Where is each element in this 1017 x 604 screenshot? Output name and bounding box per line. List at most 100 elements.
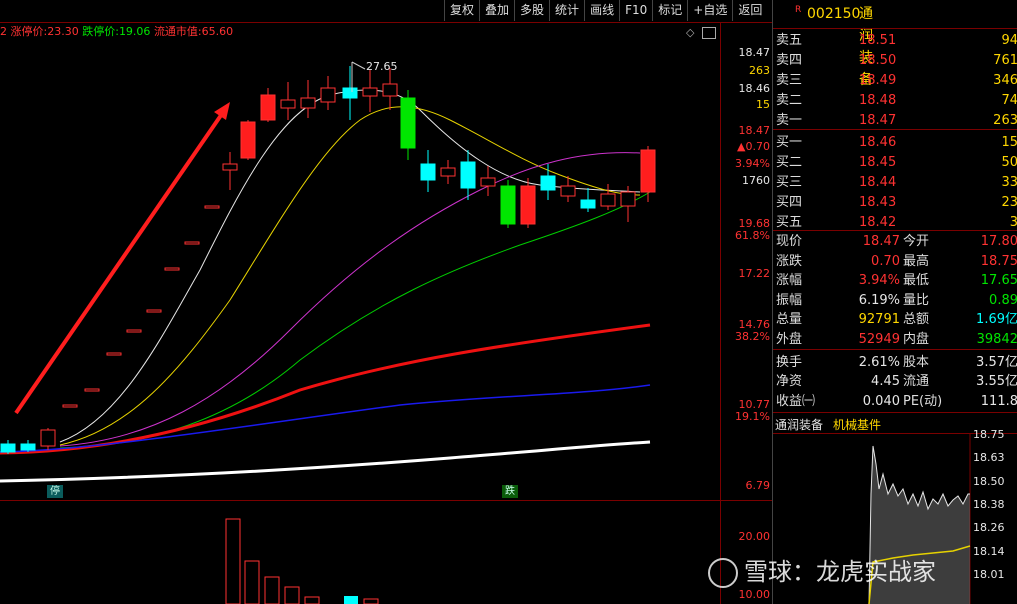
mini-sector[interactable]: 机械基件: [833, 416, 881, 433]
stat-value: 92791: [858, 312, 900, 328]
ma-magenta-line: [59, 152, 641, 447]
candle-body: [460, 161, 476, 189]
stat-value: 0.70: [871, 253, 900, 269]
orderbook-row[interactable]: 买三 18.44 33: [773, 173, 1017, 193]
orderbook-price: 18.46: [859, 135, 897, 150]
diamond-icon[interactable]: ◇: [686, 26, 694, 39]
toolbar-button-0[interactable]: 复权: [444, 0, 479, 21]
candle-body: [540, 175, 556, 191]
mini-axis-label: 18.75: [973, 428, 1005, 441]
stat-label: 今开: [903, 234, 930, 249]
orderbook-row[interactable]: 买一 18.46 15: [773, 133, 1017, 153]
stat-label: 净资: [776, 374, 803, 390]
axis-top-7: 1760: [742, 174, 770, 187]
candle-body: [300, 97, 316, 109]
stat-row: 净资 4.45 流通 3.55亿: [773, 372, 1017, 391]
stat-value: 18.75: [980, 253, 1017, 269]
stat-value: 111.8: [980, 393, 1017, 409]
mini-axis-label: 18.63: [973, 451, 1005, 465]
ma-white-line: [59, 89, 641, 443]
toolbar-button-4[interactable]: 画线: [584, 0, 619, 21]
orderbook-row[interactable]: 买四 18.43 23: [773, 193, 1017, 213]
mini-name: 通润装备: [775, 418, 824, 432]
ma-thick-white-line: [0, 440, 651, 483]
candle-body: [320, 87, 336, 103]
divider: [773, 129, 1017, 130]
orderbook-row[interactable]: 买二 18.45 50: [773, 153, 1017, 173]
ma-green-line: [59, 191, 651, 449]
orderbook-volume: 15: [1001, 135, 1017, 150]
stat-label: 内盘: [903, 332, 930, 347]
axis-top-5: ▲0.70: [737, 140, 770, 153]
divider: [773, 28, 1017, 29]
stat-row: 涨幅 3.94% 最低 17.65: [773, 271, 1017, 290]
orderbook-row[interactable]: 卖三 18.49 346: [773, 71, 1017, 91]
orderbook-label: 卖一: [776, 113, 803, 128]
orderbook-row[interactable]: 卖五 18.51 94: [773, 31, 1017, 51]
toolbar-button-7[interactable]: +自选: [687, 0, 732, 21]
limit-down-value: 19.06: [118, 25, 151, 38]
candle-body: [164, 267, 180, 271]
stat-value: 1.69亿: [976, 312, 1017, 328]
axis-top-1: 263: [749, 64, 770, 77]
stat-row: 外盘 52949 内盘 39842: [773, 330, 1017, 349]
toolbar-button-5[interactable]: F10: [619, 0, 652, 21]
candle-body: [20, 443, 36, 451]
candle-body: [520, 185, 536, 225]
candle-body: [382, 83, 398, 97]
kline-chart[interactable]: [0, 40, 720, 500]
stat-value: 3.94%: [858, 273, 900, 289]
volume-bar: [225, 518, 241, 604]
candle-body: [640, 149, 656, 193]
orderbook-row[interactable]: 卖四 18.50 761: [773, 51, 1017, 71]
chart-right-border: [720, 22, 721, 604]
toolbar-button-2[interactable]: 多股: [514, 0, 549, 21]
toolbar-button-1[interactable]: 叠加: [479, 0, 514, 21]
stat-label: 流通: [903, 374, 930, 390]
candle-body: [84, 388, 100, 392]
mini-axis-label: 18.38: [973, 497, 1005, 511]
orderbook-volume: 74: [1001, 93, 1017, 108]
r-badge: R: [795, 5, 802, 15]
orderbook-volume: 33: [1001, 175, 1017, 190]
candle-body: [184, 241, 200, 245]
stat-label: 总量: [776, 312, 803, 328]
stat-value: 18.47: [862, 234, 900, 249]
volume-bar: [244, 560, 260, 604]
axis-top-2: 18.46: [738, 82, 771, 95]
stat-value: 0.040: [862, 393, 900, 409]
toolbar-button-8[interactable]: 返回: [732, 0, 767, 21]
toolbar-button-3[interactable]: 统计: [549, 0, 584, 21]
stat-value: 3.57亿: [976, 354, 1017, 370]
stat-row: 换手 2.61% 股本 3.57亿: [773, 353, 1017, 372]
stat-label: 最低: [903, 273, 930, 289]
axis-scale-7: 6.79: [745, 479, 771, 492]
stat-value: 3.55亿: [976, 374, 1017, 390]
volume-bar: [284, 586, 300, 604]
candle-body: [580, 199, 596, 209]
stat-value: 17.80: [980, 234, 1017, 249]
axis-scale-4: 38.2%: [735, 330, 770, 343]
candlestick-series: [0, 66, 656, 454]
tag-fall: 跌: [502, 485, 518, 498]
axis-volume-1: 10.00: [738, 588, 771, 601]
orderbook-price: 18.50: [859, 53, 897, 68]
toolbar-button-6[interactable]: 标记: [652, 0, 687, 21]
stock-code: 002150: [807, 6, 861, 22]
orderbook-label: 卖三: [776, 73, 803, 88]
snowball-logo-icon: [708, 558, 738, 588]
candle-body: [62, 404, 78, 408]
orderbook-label: 卖二: [776, 93, 803, 108]
orderbook-label: 买一: [776, 135, 803, 150]
candle-body: [500, 185, 516, 225]
orderbook-row[interactable]: 卖二 18.48 74: [773, 91, 1017, 111]
orderbook-row[interactable]: 卖一 18.47 263: [773, 111, 1017, 131]
window-icon[interactable]: [702, 27, 716, 39]
divider: [773, 230, 1017, 231]
candle-body: [204, 205, 220, 209]
stat-value: 39842: [976, 332, 1017, 347]
watermark-text: 雪球：龙虎实战家: [744, 558, 936, 586]
trend-arrow-line: [14, 106, 228, 415]
stat-label: 总额: [903, 312, 930, 328]
orderbook-volume: 263: [993, 113, 1017, 128]
